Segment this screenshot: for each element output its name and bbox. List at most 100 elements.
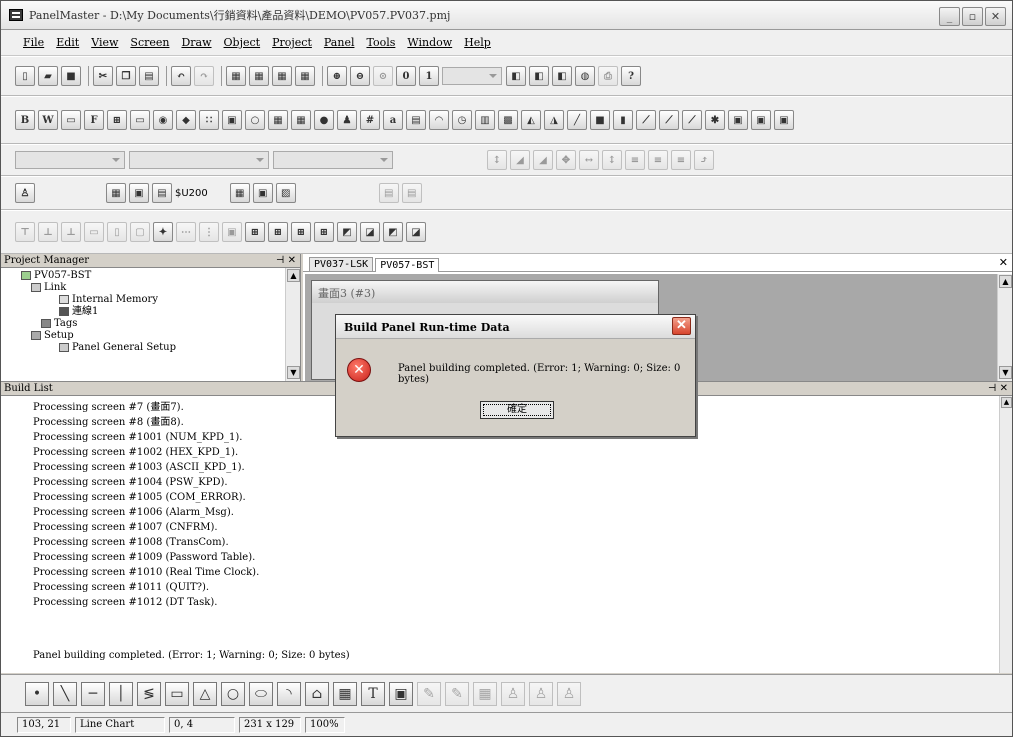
align-right-icon[interactable]: ≡ — [671, 150, 691, 170]
editor-scroll-up-icon[interactable]: ▲ — [999, 275, 1012, 288]
tree-item-link[interactable]: Link — [1, 282, 300, 294]
shape2-tool-icon[interactable]: ♙ — [529, 681, 553, 706]
book-icon[interactable]: ▤ — [152, 183, 172, 203]
schedule-icon[interactable]: ▣ — [751, 110, 771, 130]
menu-tools[interactable]: Tools — [366, 36, 395, 49]
align-center-icon[interactable]: ≡ — [648, 150, 668, 170]
download-icon[interactable]: ◧ — [529, 66, 549, 86]
indicator-icon[interactable]: ● — [314, 110, 334, 130]
keypad-icon[interactable]: ⊞ — [107, 110, 127, 130]
alarm-icon[interactable]: ✱ — [705, 110, 725, 130]
multistate-icon[interactable]: ▣ — [222, 110, 242, 130]
build-scroll-up-icon[interactable]: ▲ — [1001, 397, 1012, 408]
close-tab-icon[interactable]: ✕ — [999, 256, 1008, 269]
menu-screen[interactable]: Screen — [130, 36, 169, 49]
bit-lamp-icon[interactable]: ○ — [245, 110, 265, 130]
grid-icon[interactable]: ▦ — [106, 183, 126, 203]
align-left-icon[interactable]: ≡ — [625, 150, 645, 170]
tree-item-internal-memory[interactable]: Internal Memory — [1, 294, 300, 306]
upload-icon[interactable]: ◧ — [552, 66, 572, 86]
maximize-button[interactable]: ▫ — [962, 7, 983, 26]
hline-tool-icon[interactable]: ─ — [81, 681, 105, 706]
bar-graph-icon[interactable]: ▥ — [475, 110, 495, 130]
screen-close-icon[interactable]: ▦ — [295, 66, 315, 86]
pin-icon[interactable]: ⊣ ✕ — [276, 254, 296, 268]
clock-icon[interactable]: ◷ — [452, 110, 472, 130]
minimize-button[interactable]: _ — [939, 7, 960, 26]
align-mid-icon[interactable]: ⊥ — [38, 222, 58, 242]
align-bottom-icon[interactable]: ⊥ — [61, 222, 81, 242]
line-chart-icon[interactable]: ⟋ — [636, 110, 656, 130]
scroll-down-icon[interactable]: ▼ — [287, 366, 300, 379]
menu-window[interactable]: Window — [407, 36, 452, 49]
state-on-icon[interactable]: 1 — [419, 66, 439, 86]
shape3-tool-icon[interactable]: ♙ — [557, 681, 581, 706]
bit-button-icon[interactable]: B — [15, 110, 35, 130]
menu-view[interactable]: View — [91, 36, 118, 49]
cut-icon[interactable]: ✂ — [93, 66, 113, 86]
dialog-close-button[interactable]: ✕ — [672, 317, 691, 335]
same-size-icon[interactable]: ▢ — [130, 222, 150, 242]
screen-copy-icon[interactable]: ▦ — [249, 66, 269, 86]
report-icon[interactable]: ▣ — [774, 110, 794, 130]
backward-icon[interactable]: ◪ — [406, 222, 426, 242]
tree-item-tags[interactable]: Tags — [1, 318, 300, 330]
tree-item-project[interactable]: PV057-BST — [1, 270, 300, 282]
moving-shape-icon[interactable]: ◮ — [544, 110, 564, 130]
rotate-icon[interactable]: ⤴ — [694, 150, 714, 170]
layer-icon[interactable]: ▤ — [378, 183, 399, 203]
space-v-icon[interactable]: ⋮ — [199, 222, 219, 242]
table-tool-icon[interactable]: ▦ — [473, 681, 497, 706]
menu-help[interactable]: Help — [464, 36, 491, 49]
edit2-tool-icon[interactable]: ✎ — [445, 681, 469, 706]
radio-button-icon[interactable]: ◉ — [153, 110, 173, 130]
device-icon[interactable]: ▣ — [252, 183, 273, 203]
level-icon[interactable]: ▮ — [613, 110, 633, 130]
project-tree-scrollbar[interactable]: ▲ ▼ — [285, 268, 300, 381]
size-combo[interactable] — [129, 151, 269, 169]
style-combo[interactable] — [273, 151, 393, 169]
vflip-icon[interactable]: ↕ — [602, 150, 622, 170]
zoom-in-icon[interactable]: ⊕ — [327, 66, 347, 86]
image-tool-icon[interactable]: ▣ — [389, 681, 413, 706]
ellipse-tool-icon[interactable]: ⬭ — [249, 681, 273, 706]
menu-file[interactable]: File — [23, 36, 44, 49]
vline-tool-icon[interactable]: │ — [109, 681, 133, 706]
selector-icon[interactable]: ∷ — [199, 110, 219, 130]
numeric-display-icon[interactable]: # — [360, 110, 380, 130]
close-button[interactable]: ✕ — [985, 7, 1006, 26]
print-icon[interactable]: ⎙ — [598, 66, 618, 86]
menu-project[interactable]: Project — [272, 36, 312, 49]
space-h-icon[interactable]: ⋯ — [176, 222, 196, 242]
save-icon[interactable]: ■ — [61, 66, 81, 86]
hflip-icon[interactable]: ↔ — [579, 150, 599, 170]
same-width-icon[interactable]: ▭ — [84, 222, 104, 242]
same-height-icon[interactable]: ▯ — [107, 222, 127, 242]
address-value[interactable]: $U200 — [175, 188, 208, 199]
tab-pv037-lsk[interactable]: PV037-LSK — [309, 257, 374, 271]
animation-icon[interactable]: ◭ — [521, 110, 541, 130]
copy-icon[interactable]: ❐ — [116, 66, 136, 86]
pipe-icon[interactable]: ╱ — [567, 110, 587, 130]
tree-item-panel-general-setup[interactable]: Panel General Setup — [1, 342, 300, 354]
circle-tool-icon[interactable]: ○ — [221, 681, 245, 706]
step-button-icon[interactable]: ◆ — [176, 110, 196, 130]
arc-tool-icon[interactable]: ◝ — [277, 681, 301, 706]
xy-chart-icon[interactable]: ⟋ — [682, 110, 702, 130]
polyline-tool-icon[interactable]: ≶ — [137, 681, 161, 706]
edit-tool-icon[interactable]: ✎ — [417, 681, 441, 706]
build-pin-icon[interactable]: ⊣ ✕ — [988, 382, 1008, 396]
meter-icon[interactable]: ◠ — [429, 110, 449, 130]
user-icon[interactable]: ♙ — [15, 183, 35, 203]
send-back-icon[interactable]: ◪ — [360, 222, 380, 242]
undo-icon[interactable]: ↶ — [171, 66, 191, 86]
scale-tool-icon[interactable]: ▦ — [333, 681, 357, 706]
tab-pv057-bst[interactable]: PV057-BST — [375, 258, 440, 272]
screen-new-icon[interactable]: ▦ — [226, 66, 246, 86]
compile-icon[interactable]: ◧ — [506, 66, 526, 86]
move-icon[interactable]: ✥ — [556, 150, 576, 170]
tree-item-setup[interactable]: Setup — [1, 330, 300, 342]
trend-graph-icon[interactable]: ⟋ — [659, 110, 679, 130]
screen-open-icon[interactable]: ▦ — [272, 66, 292, 86]
distribute2-icon[interactable]: ⊞ — [268, 222, 288, 242]
